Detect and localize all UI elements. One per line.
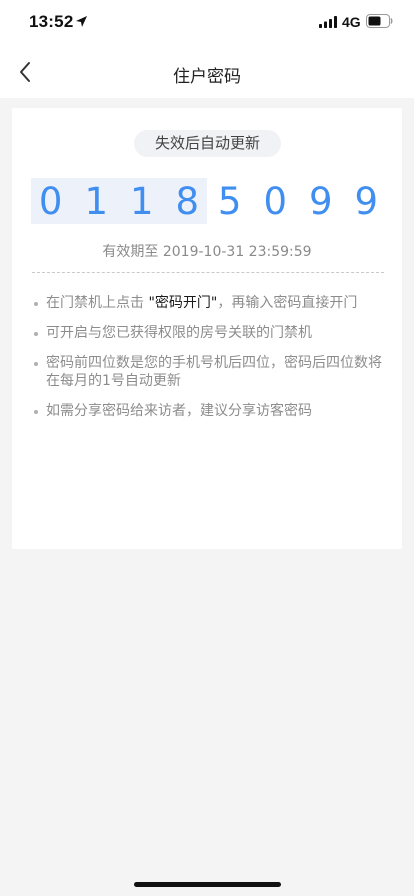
auto-update-badge: 失效后自动更新 [134, 130, 281, 157]
page-title: 住户密码 [173, 67, 241, 87]
note-item: 可开启与您已获得权限的房号关联的门禁机 [32, 324, 388, 342]
status-time: 13:52 [29, 12, 74, 31]
dashed-divider [32, 272, 384, 273]
note-suffix: ，再输入密码直接开门 [217, 295, 358, 311]
note-text: 如需分享密码给来访者，建议分享访客密码 [46, 403, 312, 419]
expiry-text: 有效期至 2019-10-31 23:59:59 [102, 244, 312, 260]
bullet-dot [34, 410, 38, 414]
bullet-dot [34, 302, 38, 306]
screen: 13:52 4G 住户密码 失效后自动更新 0118 5099 有效期至 201… [0, 0, 414, 896]
code-part-monthly-digits: 5099 [217, 179, 401, 223]
battery-icon [366, 14, 393, 28]
bullet-dot [34, 332, 38, 336]
note-text: 密码前四位数是您的手机号机后四位，密码后四位数将在每月的1号自动更新 [46, 355, 382, 389]
password-card: 失效后自动更新 0118 5099 有效期至 2019-10-31 23:59:… [12, 108, 402, 549]
notes-list: 在门禁机上点击 "密码开门"，再输入密码直接开门 可开启与您已获得权限的房号关联… [32, 294, 388, 432]
status-bar: 13:52 4G [0, 0, 414, 46]
network-label: 4G [342, 14, 361, 30]
location-arrow-icon [76, 16, 87, 27]
note-item: 密码前四位数是您的手机号机后四位，密码后四位数将在每月的1号自动更新 [32, 354, 388, 390]
note-item: 如需分享密码给来访者，建议分享访客密码 [32, 402, 388, 420]
code-part-phone-digits: 0118 [31, 178, 207, 224]
bullet-dot [34, 362, 38, 366]
note-text: 可开启与您已获得权限的房号关联的门禁机 [46, 325, 312, 341]
note-highlight: "密码开门" [148, 295, 218, 311]
home-indicator[interactable] [134, 882, 281, 887]
note-prefix: 在门禁机上点击 [46, 295, 149, 311]
signal-bars-icon [319, 16, 337, 28]
note-item: 在门禁机上点击 "密码开门"，再输入密码直接开门 [32, 294, 388, 312]
nav-bar: 住户密码 [0, 46, 414, 98]
